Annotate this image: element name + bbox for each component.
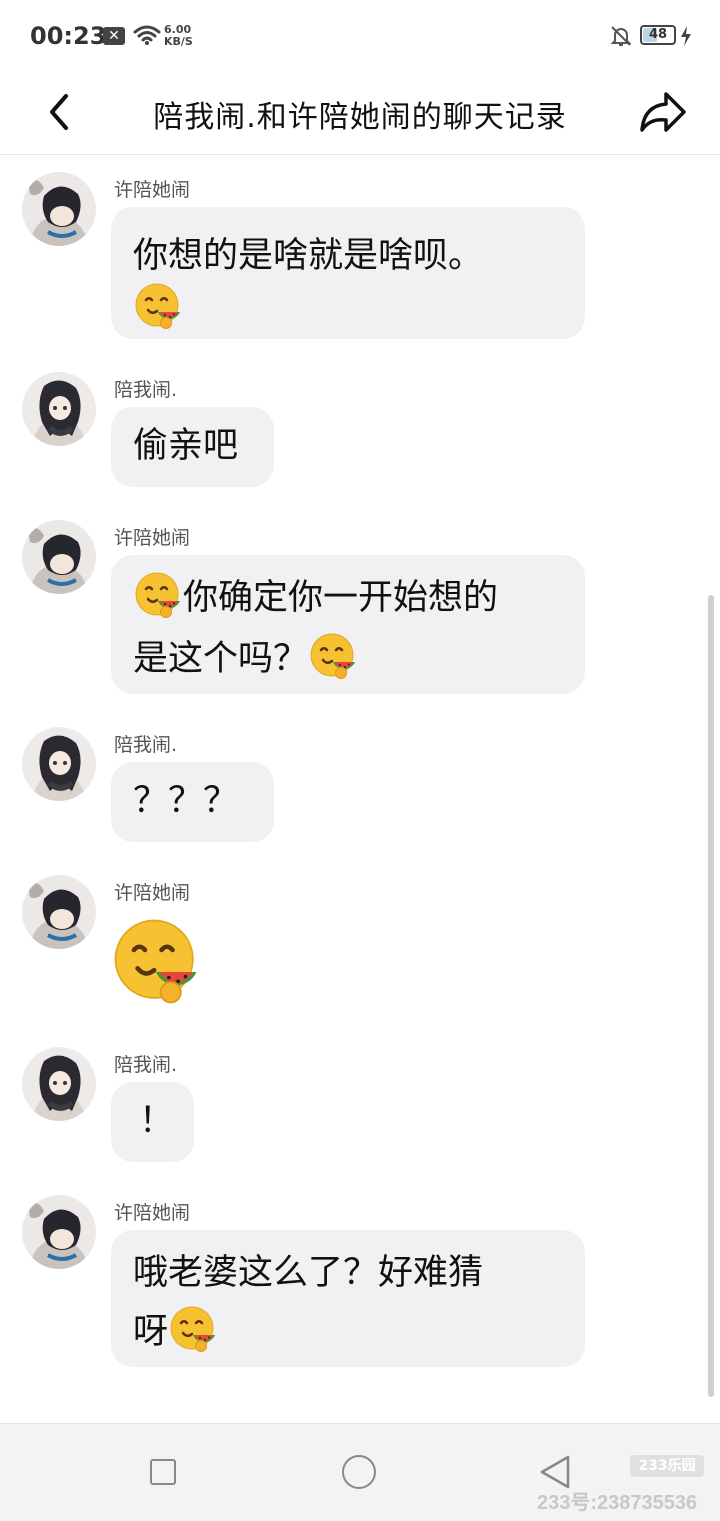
bell-muted-icon	[610, 26, 632, 46]
status-bar: 00:23 ✕ 6.00 KB/S 48	[0, 0, 720, 72]
sender-name: 许陪她闹	[114, 179, 191, 201]
avatar[interactable]	[22, 520, 96, 594]
message-text: 是这个吗？	[133, 639, 309, 679]
avatar[interactable]	[22, 875, 96, 949]
app-header: 陪我闹.和许陪她闹的聊天记录	[0, 72, 720, 155]
charging-bolt-icon	[681, 26, 691, 46]
message-text-line: 你确定你一开始想的	[133, 571, 563, 626]
battery-level: 48	[648, 27, 668, 42]
network-speed: 6.00 KB/S	[164, 24, 193, 48]
message-bubble[interactable]: 你想的是啥就是啥呗。	[111, 207, 585, 339]
avatar[interactable]	[22, 727, 96, 801]
message-text-line: 是这个吗？	[133, 632, 563, 687]
message-text-line: 你想的是啥就是啥呗。	[133, 236, 484, 276]
network-speed-unit: KB/S	[164, 35, 193, 48]
avatar[interactable]	[22, 1195, 96, 1269]
message-bubble[interactable]: 哦老婆这么了？好难猜 呀	[111, 1230, 585, 1367]
message-text: ！	[139, 1101, 175, 1141]
yum-watermelon-emoji	[308, 631, 358, 681]
message-text: 呀	[133, 1312, 169, 1352]
message-bubble[interactable]: 你确定你一开始想的 是这个吗？	[111, 555, 585, 694]
sender-name: 陪我闹.	[114, 379, 178, 401]
yum-watermelon-emoji	[133, 281, 183, 331]
yum-watermelon-emoji	[133, 570, 183, 620]
wifi-icon	[133, 25, 161, 45]
message-text-line: 哦老婆这么了？好难猜	[133, 1253, 484, 1293]
message-bubble[interactable]: ？？？	[111, 762, 274, 842]
message-text: 偷亲吧	[133, 426, 239, 466]
message-bubble[interactable]: 偷亲吧	[111, 407, 274, 487]
battery-indicator: 48	[640, 25, 676, 45]
notification-badge-icon: ✕	[103, 27, 125, 45]
avatar[interactable]	[22, 172, 96, 246]
sender-name: 陪我闹.	[114, 1054, 178, 1076]
message-text: 你确定你一开始想的	[183, 578, 499, 618]
sender-name: 许陪她闹	[114, 882, 191, 904]
message-bubble[interactable]: ！	[111, 1082, 194, 1162]
back-triangle-icon[interactable]	[538, 1454, 572, 1490]
yum-watermelon-emoji[interactable]	[110, 915, 202, 1007]
page-title: 陪我闹.和许陪她闹的聊天记录	[153, 100, 567, 135]
sender-name: 陪我闹.	[114, 734, 178, 756]
avatar[interactable]	[22, 372, 96, 446]
sender-name: 许陪她闹	[114, 1202, 191, 1224]
avatar[interactable]	[22, 1047, 96, 1121]
recent-apps-icon[interactable]	[150, 1459, 176, 1485]
status-time: 00:23	[30, 22, 107, 50]
message-text: ？？？	[133, 781, 239, 821]
share-arrow-icon[interactable]	[636, 88, 688, 136]
watermark-text: 233号:238735536	[537, 1492, 698, 1514]
watermark-logo: 233乐园	[630, 1455, 704, 1477]
home-icon[interactable]	[342, 1455, 376, 1489]
chevron-left-icon[interactable]	[40, 92, 80, 132]
yum-watermelon-emoji	[168, 1304, 218, 1354]
sender-name: 许陪她闹	[114, 527, 191, 549]
scrollbar[interactable]	[708, 595, 714, 1397]
message-text-line: 呀	[133, 1305, 563, 1360]
